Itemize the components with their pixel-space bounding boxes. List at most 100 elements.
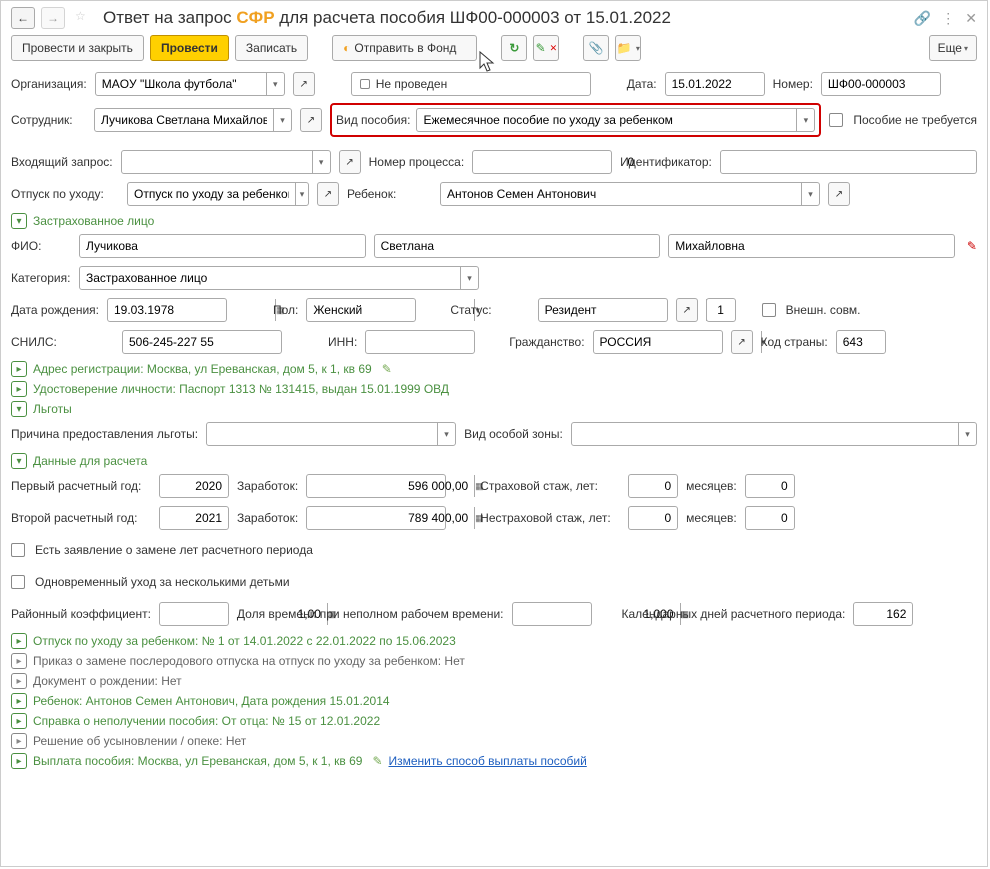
benefit-type-frame: Вид пособия: ▾ bbox=[330, 103, 821, 137]
address-edit-icon[interactable]: ✎ bbox=[382, 362, 392, 376]
leave-dropdown[interactable]: ▾ bbox=[295, 183, 308, 205]
process-input[interactable] bbox=[473, 151, 640, 173]
status-code-input[interactable] bbox=[706, 298, 736, 322]
edit-reject-button[interactable]: ✎✕ bbox=[533, 35, 559, 61]
request-input[interactable] bbox=[122, 151, 312, 173]
address-section-toggle[interactable]: ▸ bbox=[11, 361, 27, 377]
adoption-toggle[interactable]: ▸ bbox=[11, 733, 27, 749]
category-dropdown[interactable]: ▾ bbox=[460, 267, 478, 289]
edit-fio-icon[interactable]: ✎ bbox=[967, 239, 977, 253]
nav-back-button[interactable]: ← bbox=[11, 7, 35, 29]
sex-input[interactable] bbox=[307, 299, 474, 321]
category-input[interactable] bbox=[80, 267, 460, 289]
calc-section-toggle[interactable]: ▾ bbox=[11, 453, 27, 469]
earn1-input[interactable] bbox=[307, 475, 474, 497]
leave-open-button[interactable]: ↗ bbox=[317, 182, 339, 206]
zone-input[interactable] bbox=[572, 423, 958, 445]
lastname-input[interactable] bbox=[79, 234, 366, 258]
employee-input[interactable] bbox=[95, 109, 273, 131]
dob-label: Дата рождения: bbox=[11, 303, 99, 317]
middlename-input[interactable] bbox=[668, 234, 955, 258]
leave-input[interactable] bbox=[128, 183, 295, 205]
snils-input[interactable] bbox=[122, 330, 282, 354]
cert-section-toggle[interactable]: ▸ bbox=[11, 713, 27, 729]
title-prefix: Ответ на запрос bbox=[103, 8, 236, 27]
attach-button[interactable]: 📎 bbox=[583, 35, 609, 61]
dob-input[interactable] bbox=[108, 299, 275, 321]
insured-section-title: Застрахованное лицо bbox=[33, 214, 154, 228]
insured-section-toggle[interactable]: ▾ bbox=[11, 213, 27, 229]
privilege-reason-label: Причина предоставления льготы: bbox=[11, 427, 198, 441]
period-days-input[interactable] bbox=[853, 602, 913, 626]
employee-open-button[interactable]: ↗ bbox=[300, 108, 322, 132]
external-checkbox[interactable] bbox=[762, 303, 776, 317]
privileges-section-toggle[interactable]: ▾ bbox=[11, 401, 27, 417]
org-dropdown[interactable]: ▾ bbox=[266, 73, 284, 95]
child-open-button[interactable]: ↗ bbox=[828, 182, 850, 206]
fio-label: ФИО: bbox=[11, 239, 71, 253]
org-label: Организация: bbox=[11, 77, 87, 91]
number-input[interactable] bbox=[821, 72, 941, 96]
citizen-open-button[interactable]: ↗ bbox=[731, 330, 753, 354]
employee-dropdown[interactable]: ▾ bbox=[273, 109, 291, 131]
nav-forward-button[interactable]: → bbox=[41, 7, 65, 29]
period-days-label: Календарных дней расчетного периода: bbox=[622, 607, 846, 621]
child-section: Ребенок: Антонов Семен Антонович, Дата р… bbox=[33, 694, 390, 708]
multiple-children-checkbox[interactable] bbox=[11, 575, 25, 589]
favorite-star-icon[interactable]: ☆ bbox=[75, 9, 93, 27]
nonins-stage-input[interactable] bbox=[628, 506, 678, 530]
earn2-label: Заработок: bbox=[237, 511, 298, 525]
iddoc-section-toggle[interactable]: ▸ bbox=[11, 381, 27, 397]
send-to-fund-button[interactable]: ◐Отправить в Фонд bbox=[332, 35, 477, 61]
firstname-input[interactable] bbox=[374, 234, 661, 258]
leave-label: Отпуск по уходу: bbox=[11, 187, 119, 201]
request-open-button[interactable]: ↗ bbox=[339, 150, 361, 174]
ins-stage-input[interactable] bbox=[628, 474, 678, 498]
earn2-input[interactable] bbox=[307, 507, 474, 529]
write-button[interactable]: Записать bbox=[235, 35, 308, 61]
year2-input[interactable] bbox=[159, 506, 229, 530]
post-button[interactable]: Провести bbox=[150, 35, 229, 61]
status-open-button[interactable]: ↗ bbox=[676, 298, 698, 322]
link-icon[interactable]: 🔗 bbox=[914, 10, 931, 27]
folder-button[interactable]: 📁▾ bbox=[615, 35, 641, 61]
benefit-type-input[interactable] bbox=[417, 109, 796, 131]
country-code-input[interactable] bbox=[836, 330, 886, 354]
payment-toggle[interactable]: ▸ bbox=[11, 753, 27, 769]
inn-input[interactable] bbox=[365, 330, 475, 354]
number-label: Номер: bbox=[773, 77, 813, 91]
year1-label: Первый расчетный год: bbox=[11, 479, 151, 493]
ins-months-input[interactable] bbox=[745, 474, 795, 498]
more-button[interactable]: Еще▾ bbox=[929, 35, 977, 61]
birth-doc-toggle[interactable]: ▸ bbox=[11, 673, 27, 689]
zone-label: Вид особой зоны: bbox=[464, 427, 563, 441]
privilege-reason-input[interactable] bbox=[207, 423, 437, 445]
refresh-button[interactable]: ↻ bbox=[501, 35, 527, 61]
year1-input[interactable] bbox=[159, 474, 229, 498]
child-section-toggle[interactable]: ▸ bbox=[11, 693, 27, 709]
date-label: Дата: bbox=[627, 77, 657, 91]
org-input[interactable] bbox=[96, 73, 266, 95]
replace-years-checkbox[interactable] bbox=[11, 543, 25, 557]
identifier-input[interactable] bbox=[721, 151, 976, 173]
country-code-label: Код страны: bbox=[761, 335, 828, 349]
privilege-reason-dropdown[interactable]: ▾ bbox=[437, 423, 455, 445]
post-and-close-button[interactable]: Провести и закрыть bbox=[11, 35, 144, 61]
nonins-months-input[interactable] bbox=[745, 506, 795, 530]
child-dropdown[interactable]: ▾ bbox=[801, 183, 819, 205]
menu-icon[interactable]: ⋮ bbox=[941, 10, 955, 27]
benefit-type-dropdown[interactable]: ▾ bbox=[796, 109, 814, 131]
close-icon[interactable]: ✕ bbox=[965, 10, 977, 27]
payment-edit-icon[interactable]: ✎ bbox=[372, 754, 382, 768]
org-open-button[interactable]: ↗ bbox=[293, 72, 315, 96]
leave-order-toggle[interactable]: ▸ bbox=[11, 633, 27, 649]
iddoc-section-label: Удостоверение личности: Паспорт 1313 № 1… bbox=[33, 382, 449, 396]
zone-dropdown[interactable]: ▾ bbox=[958, 423, 976, 445]
request-dropdown[interactable]: ▾ bbox=[312, 151, 330, 173]
replace-order-toggle[interactable]: ▸ bbox=[11, 653, 27, 669]
child-input[interactable] bbox=[441, 183, 801, 205]
change-payment-link[interactable]: Изменить способ выплаты пособий bbox=[389, 754, 587, 768]
request-label: Входящий запрос: bbox=[11, 155, 113, 169]
no-benefit-checkbox[interactable] bbox=[829, 113, 843, 127]
earn1-label: Заработок: bbox=[237, 479, 298, 493]
